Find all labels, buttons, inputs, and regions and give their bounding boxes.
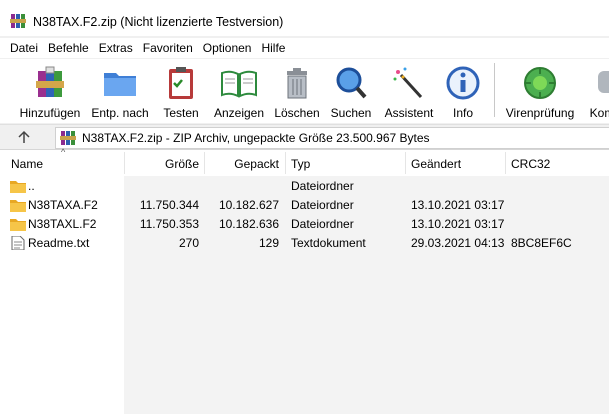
address-bar: N38TAX.F2.zip - ZIP Archiv, ungepackte G… [0, 124, 609, 150]
file-name: Readme.txt [28, 236, 90, 250]
file-packed: 10.182.627 [218, 198, 279, 212]
test-button[interactable]: Testen [158, 61, 204, 121]
column-size[interactable]: Größe [130, 150, 199, 176]
comment-icon [598, 71, 609, 93]
winrar-app-icon [10, 14, 26, 28]
menu-befehle[interactable]: Befehle [43, 38, 94, 58]
title-bar[interactable]: N38TAX.F2.zip (Nicht lizenzierte Testver… [0, 0, 609, 36]
file-packed: 10.182.636 [218, 217, 279, 231]
view-button[interactable]: Anzeigen [212, 61, 266, 121]
delete-button[interactable]: Löschen [272, 61, 322, 121]
folder-icon [10, 200, 26, 212]
info-icon [446, 66, 480, 100]
window-title: N38TAX.F2.zip (Nicht lizenzierte Testver… [33, 15, 284, 29]
file-name: N38TAXL.F2 [28, 217, 97, 231]
find-label: Suchen [330, 106, 372, 120]
address-field[interactable]: N38TAX.F2.zip - ZIP Archiv, ungepackte G… [55, 127, 609, 149]
file-size: 11.750.344 [139, 198, 199, 212]
file-size: 270 [178, 236, 199, 250]
toolbar: Hinzufügen Entp. nach Testen Anzeigen Lö… [0, 59, 609, 123]
column-type[interactable]: Typ [291, 150, 310, 176]
file-size [130, 177, 199, 196]
file-type: Dateiordner [291, 179, 354, 193]
column-header: ^ Name Größe Gepackt Typ Geändert CRC32 [0, 147, 609, 176]
info-label: Info [452, 106, 473, 120]
folder-icon [10, 219, 26, 231]
sort-ascending-icon: ^ [61, 147, 66, 157]
wizard-button[interactable]: Assistent [380, 61, 438, 121]
magic-wand-icon [393, 67, 423, 99]
comment-label: Kom [589, 106, 609, 120]
virus-scan-icon [524, 67, 556, 99]
list-item[interactable]: N38TAXA.F2 11.750.344 10.182.627 Dateior… [0, 196, 609, 215]
winrar-window: N38TAX.F2.zip (Nicht lizenzierte Testver… [0, 0, 609, 414]
file-type: Textdokument [291, 236, 366, 250]
menu-optionen[interactable]: Optionen [198, 38, 257, 58]
view-book-icon [221, 70, 257, 98]
extract-button[interactable]: Entp. nach [88, 61, 152, 121]
add-archive-icon [36, 66, 64, 97]
file-modified: 13.10.2021 03:17 [411, 198, 505, 212]
text-file-icon [11, 236, 25, 250]
file-modified: 29.03.2021 04:13 [411, 236, 505, 250]
virus-scan-button[interactable]: Virenprüfung [502, 61, 578, 121]
search-icon [336, 67, 367, 99]
info-button[interactable]: Info [444, 61, 482, 121]
test-clipboard-icon [169, 67, 193, 99]
list-item[interactable]: N38TAXL.F2 11.750.353 10.182.636 Dateior… [0, 215, 609, 234]
column-packed[interactable]: Gepackt [206, 150, 279, 176]
find-button[interactable]: Suchen [328, 61, 374, 121]
menu-hilfe[interactable]: Hilfe [256, 38, 290, 58]
archive-icon [60, 131, 76, 145]
view-label: Anzeigen [213, 106, 265, 120]
file-name: N38TAXA.F2 [28, 198, 98, 212]
menu-extras[interactable]: Extras [94, 38, 138, 58]
file-list: ^ Name Größe Gepackt Typ Geändert CRC32 … [0, 147, 609, 414]
extract-label: Entp. nach [91, 106, 149, 120]
column-crc[interactable]: CRC32 [511, 150, 550, 176]
file-type: Dateiordner [291, 198, 354, 212]
test-label: Testen [163, 106, 199, 120]
file-type: Dateiordner [291, 217, 354, 231]
wizard-label: Assistent [384, 106, 434, 120]
trash-icon [287, 68, 307, 99]
menu-bar: Datei Befehle Extras Favoriten Optionen … [0, 38, 609, 58]
folder-icon [10, 181, 26, 193]
file-packed: 129 [258, 236, 279, 250]
file-crc: 8BC8EF6C [511, 236, 572, 250]
file-size: 11.750.353 [139, 217, 199, 231]
file-name: .. [28, 179, 35, 193]
file-modified: 13.10.2021 03:17 [411, 217, 505, 231]
add-button[interactable]: Hinzufügen [16, 61, 84, 121]
file-packed [206, 177, 279, 196]
add-label: Hinzufügen [19, 106, 81, 120]
toolbar-separator [494, 63, 495, 117]
delete-label: Löschen [274, 106, 320, 120]
comment-button[interactable]: Kom [582, 61, 609, 121]
extract-folder-icon [104, 73, 136, 96]
address-text: N38TAX.F2.zip - ZIP Archiv, ungepackte G… [82, 131, 430, 145]
list-item[interactable]: .. Dateiordner [0, 177, 609, 196]
list-item[interactable]: Readme.txt 270 129 Textdokument 29.03.20… [0, 234, 609, 253]
menu-favoriten[interactable]: Favoriten [138, 38, 198, 58]
column-modified[interactable]: Geändert [411, 150, 461, 176]
up-arrow-icon[interactable] [16, 129, 32, 145]
virus-scan-label: Virenprüfung [505, 106, 575, 120]
menu-datei[interactable]: Datei [0, 38, 43, 58]
column-name[interactable]: Name [11, 150, 43, 176]
